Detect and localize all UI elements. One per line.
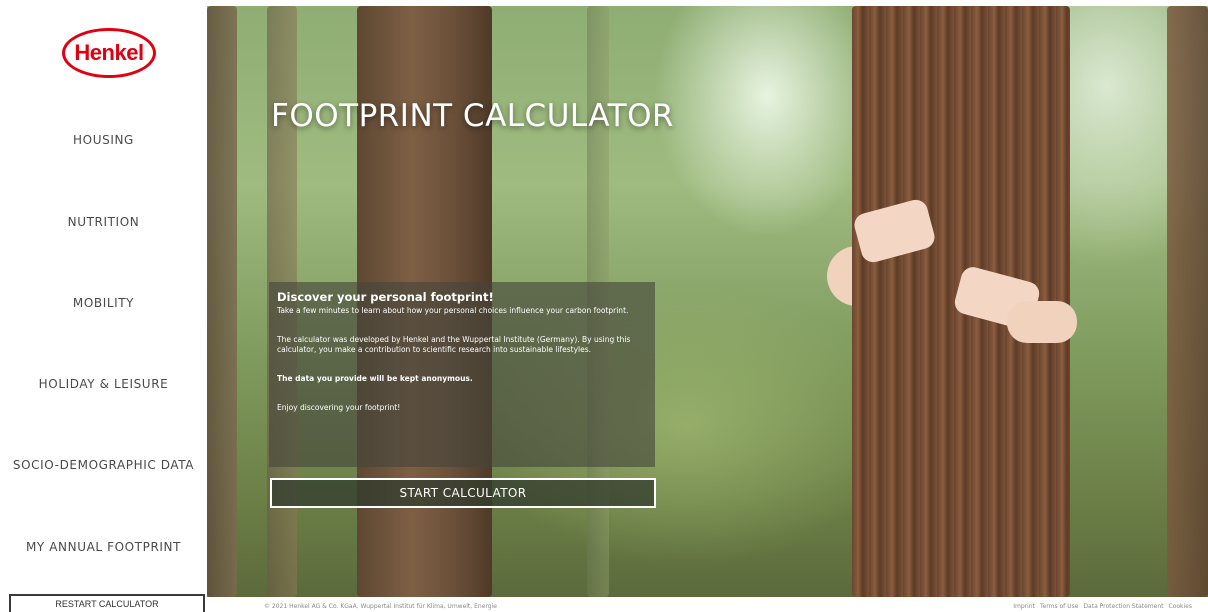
logo-text: Henkel xyxy=(74,40,144,65)
page-title: FOOTPRINT CALCULATOR xyxy=(271,98,675,134)
restart-calculator-button[interactable]: RESTART CALCULATOR xyxy=(9,594,205,612)
cookies-link[interactable]: Cookies xyxy=(1169,603,1193,610)
tree-trunk-image xyxy=(1167,6,1208,597)
henkel-logo[interactable]: Henkel xyxy=(62,28,156,78)
terms-of-use-link[interactable]: Terms of Use xyxy=(1040,603,1078,610)
nav-my-annual-footprint[interactable]: MY ANNUAL FOOTPRINT xyxy=(0,527,207,567)
nav-housing[interactable]: HOUSING xyxy=(0,120,207,160)
anonymity-note: The data you provide will be kept anonym… xyxy=(277,374,473,383)
nav-nutrition[interactable]: NUTRITION xyxy=(0,202,207,242)
imprint-link[interactable]: Imprint xyxy=(1013,603,1035,610)
nav-mobility[interactable]: MOBILITY xyxy=(0,283,207,323)
intro-paragraph: The calculator was developed by Henkel a… xyxy=(277,335,631,354)
tree-trunk-image xyxy=(207,6,237,597)
nav-socio-demographic-data[interactable]: SOCIO-DEMOGRAPHIC DATA xyxy=(0,445,207,485)
intro-paragraph: Take a few minutes to learn about how yo… xyxy=(277,306,629,315)
sidebar: Henkel HOUSING NUTRITION MOBILITY HOLIDA… xyxy=(0,0,207,612)
copyright-text: © 2021 Henkel AG & Co. KGaA, Wuppertal I… xyxy=(264,603,497,610)
intro-paragraph: Enjoy discovering your footprint! xyxy=(277,403,401,412)
data-protection-link[interactable]: Data Protection Statement xyxy=(1083,603,1163,610)
start-calculator-button[interactable]: START CALCULATOR xyxy=(270,478,656,508)
intro-panel: Discover your personal footprint! Take a… xyxy=(269,282,655,467)
hero-banner: FOOTPRINT CALCULATOR Discover your perso… xyxy=(207,6,1208,597)
nav-holiday-leisure[interactable]: HOLIDAY & LEISURE xyxy=(0,364,207,404)
footer-links: Imprint Terms of Use Data Protection Sta… xyxy=(1013,603,1192,610)
arm-image xyxy=(1007,301,1077,343)
intro-heading: Discover your personal footprint! xyxy=(277,290,494,304)
